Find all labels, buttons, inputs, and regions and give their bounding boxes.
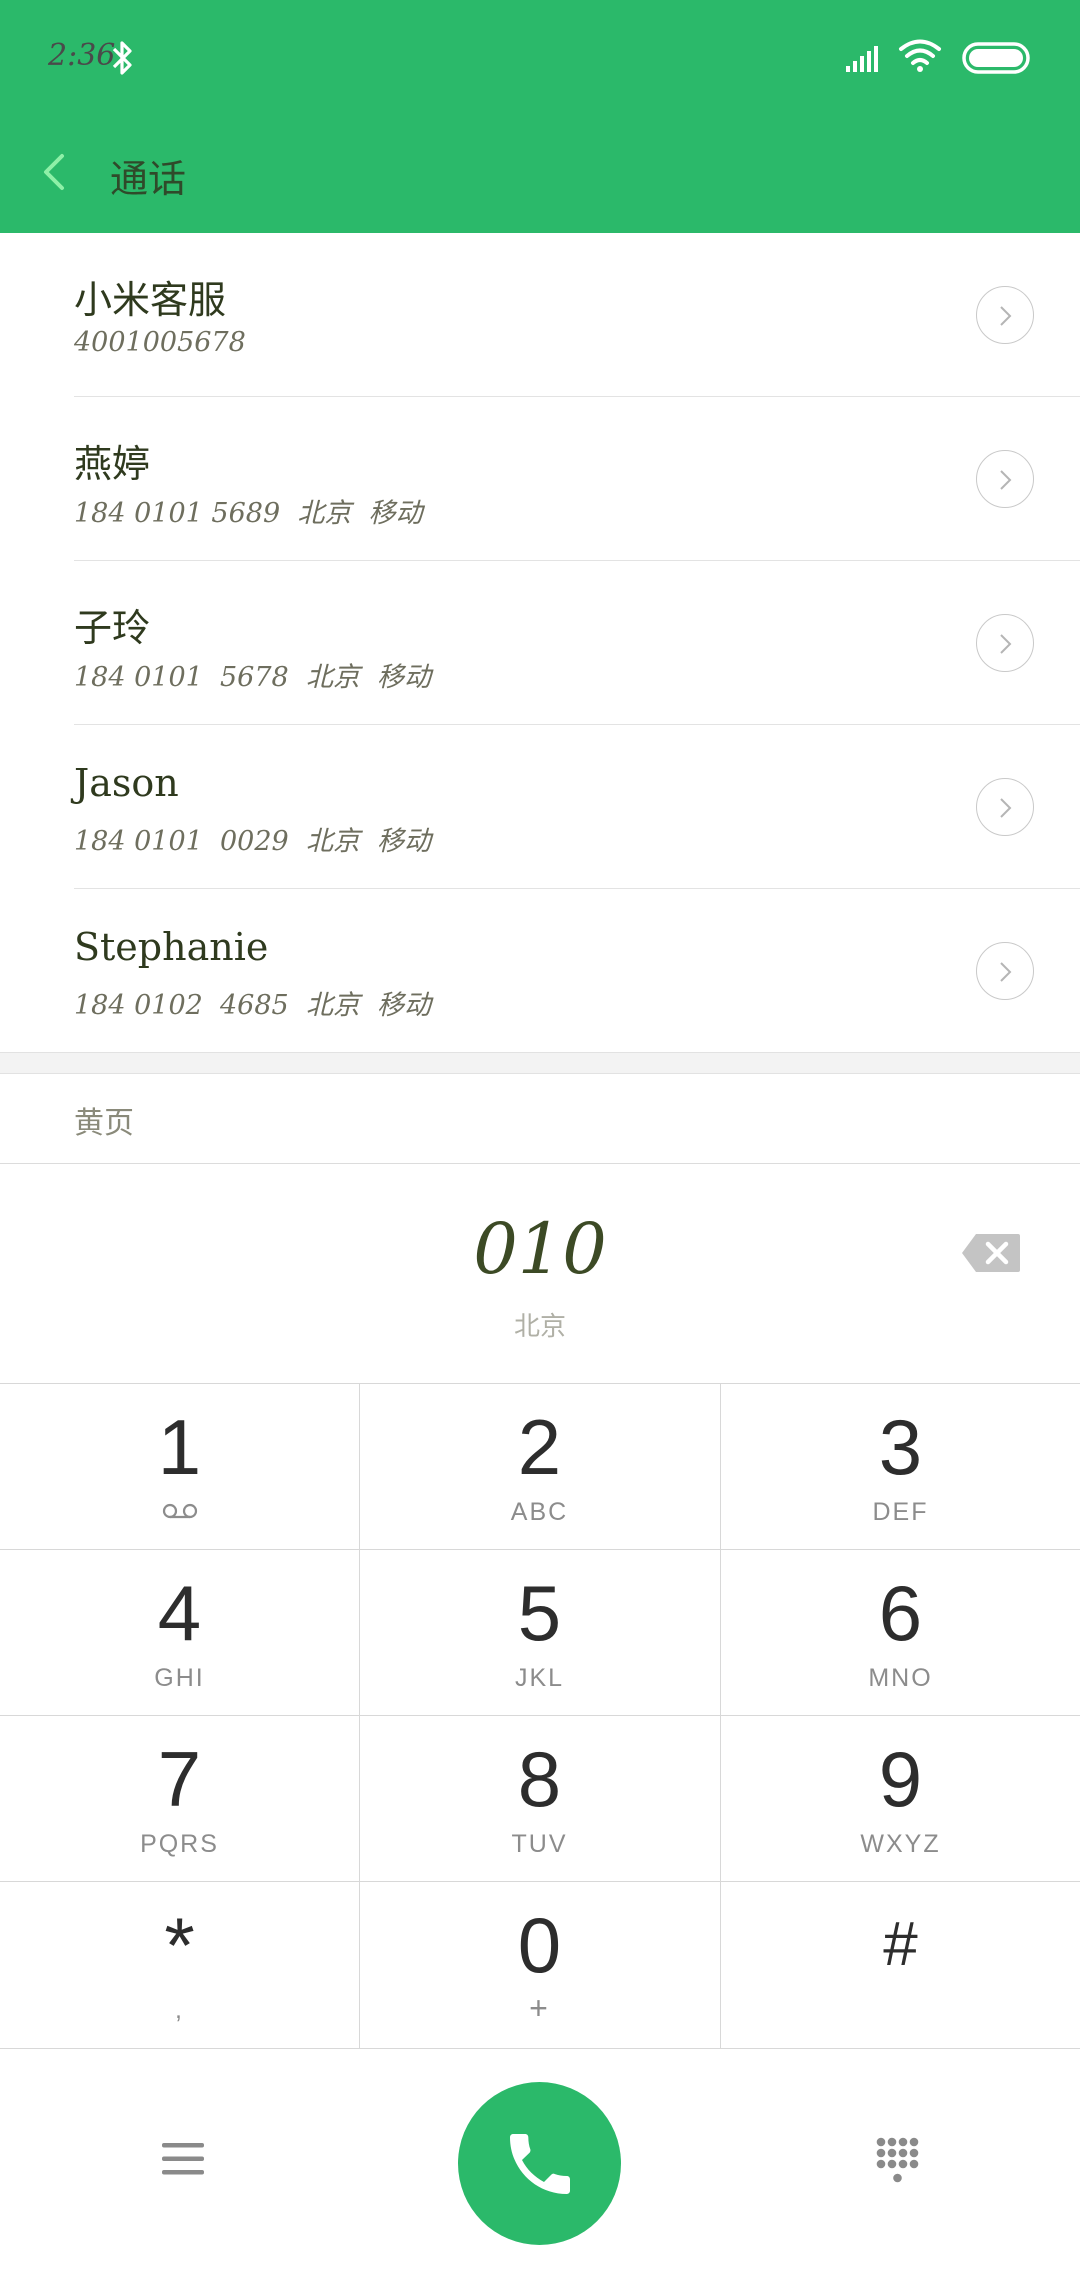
contact-name: 燕婷: [74, 442, 151, 486]
key-digit: 1: [157, 1403, 202, 1491]
key-digit: #: [883, 1910, 918, 1979]
contact-detail: 184 0101 5689 北京 移动: [74, 498, 423, 529]
key-letters: ,: [175, 1996, 184, 2024]
dialed-number: 010: [473, 1208, 607, 1290]
call-row[interactable]: Jason 184 0101 0029 北京 移动: [0, 725, 1080, 889]
contact-detail: 184 0101 5678 北京 移动: [74, 662, 432, 693]
status-time: 2:36: [48, 38, 116, 73]
contact-detail-button[interactable]: [976, 778, 1034, 836]
key-digit: 9: [878, 1735, 923, 1823]
key-7[interactable]: 7 PQRS: [0, 1716, 359, 1881]
contact-detail-button[interactable]: [976, 286, 1034, 344]
key-8[interactable]: 8 TUV: [360, 1716, 719, 1881]
key-1[interactable]: 1: [0, 1384, 359, 1549]
key-digit: 6: [878, 1569, 923, 1657]
key-3[interactable]: 3 DEF: [721, 1384, 1080, 1549]
call-row[interactable]: 燕婷 184 0101 5689 北京 移动: [0, 397, 1080, 561]
key-letters: ABC: [510, 1498, 569, 1526]
contact-detail: 184 0102 4685 北京 移动: [74, 990, 432, 1021]
key-digit: 0: [517, 1901, 562, 1989]
section-divider: [0, 1052, 1080, 1074]
key-letters: WXYZ: [860, 1830, 941, 1858]
key-letters: +: [529, 1990, 550, 2026]
call-row[interactable]: 子玲 184 0101 5678 北京 移动: [0, 561, 1080, 725]
key-5[interactable]: 5 JKL: [360, 1550, 719, 1715]
key-letters: TUV: [511, 1830, 568, 1858]
call-row[interactable]: 小米客服 4001005678: [0, 233, 1080, 397]
call-button[interactable]: [458, 2082, 621, 2245]
key-star[interactable]: * ,: [0, 1882, 359, 2047]
chevron-right-icon: [1000, 798, 1012, 818]
battery-icon: [962, 42, 1030, 74]
key-digit: *: [164, 1901, 195, 1989]
key-4[interactable]: 4 GHI: [0, 1550, 359, 1715]
contact-detail: 4001005678: [74, 327, 246, 358]
chevron-right-icon: [1000, 634, 1012, 654]
voicemail-icon: [162, 1503, 198, 1519]
page-title: 通话: [110, 157, 187, 201]
chevron-right-icon: [1000, 470, 1012, 490]
app-header: 2:36 通话: [0, 0, 1080, 233]
dialpad-icon[interactable]: [874, 2136, 920, 2188]
key-6[interactable]: 6 MNO: [721, 1550, 1080, 1715]
contact-name: Jason: [74, 761, 179, 805]
key-0[interactable]: 0 +: [360, 1882, 719, 2047]
divider: [0, 1163, 1080, 1164]
key-letters: MNO: [868, 1664, 933, 1692]
contact-name: 子玲: [74, 606, 151, 650]
bluetooth-icon: [112, 41, 132, 75]
key-digit: 4: [157, 1569, 202, 1657]
key-letters: JKL: [514, 1664, 565, 1692]
key-9[interactable]: 9 WXYZ: [721, 1716, 1080, 1881]
key-digit: 3: [878, 1403, 923, 1491]
chevron-right-icon: [1000, 962, 1012, 982]
chevron-right-icon: [1000, 306, 1012, 326]
call-row[interactable]: Stephanie 184 0102 4685 北京 移动: [0, 889, 1080, 1053]
contact-detail-button[interactable]: [976, 942, 1034, 1000]
key-letters: GHI: [154, 1664, 205, 1692]
key-digit: 5: [517, 1569, 562, 1657]
key-hash[interactable]: #: [721, 1882, 1080, 2047]
key-digit: 8: [517, 1735, 562, 1823]
wifi-icon: [899, 39, 941, 72]
contact-detail-button[interactable]: [976, 450, 1034, 508]
contact-name: Stephanie: [74, 925, 269, 969]
backspace-icon[interactable]: [960, 1232, 1022, 1274]
phone-icon: [510, 2134, 570, 2194]
recent-calls-list: 小米客服 4001005678 燕婷 184 0101 5689 北京 移动 子…: [0, 233, 1080, 1053]
key-digit: 2: [517, 1403, 562, 1491]
contact-detail: 184 0101 0029 北京 移动: [74, 826, 432, 857]
back-arrow-icon[interactable]: [40, 150, 70, 194]
yellow-pages-link[interactable]: 黄页: [74, 1098, 134, 1142]
key-letters: DEF: [872, 1498, 929, 1526]
signal-icon: [846, 46, 878, 72]
menu-icon[interactable]: [160, 2140, 206, 2178]
key-letters: PQRS: [140, 1830, 219, 1858]
dial-keypad: 1 2 ABC 3 DEF 4 GHI 5 JKL 6 MNO 7 PQRS 8…: [0, 1383, 1080, 2049]
key-2[interactable]: 2 ABC: [360, 1384, 719, 1549]
key-digit: 7: [157, 1735, 202, 1823]
contact-name: 小米客服: [74, 278, 227, 322]
number-location: 北京: [513, 1312, 566, 1342]
contact-detail-button[interactable]: [976, 614, 1034, 672]
